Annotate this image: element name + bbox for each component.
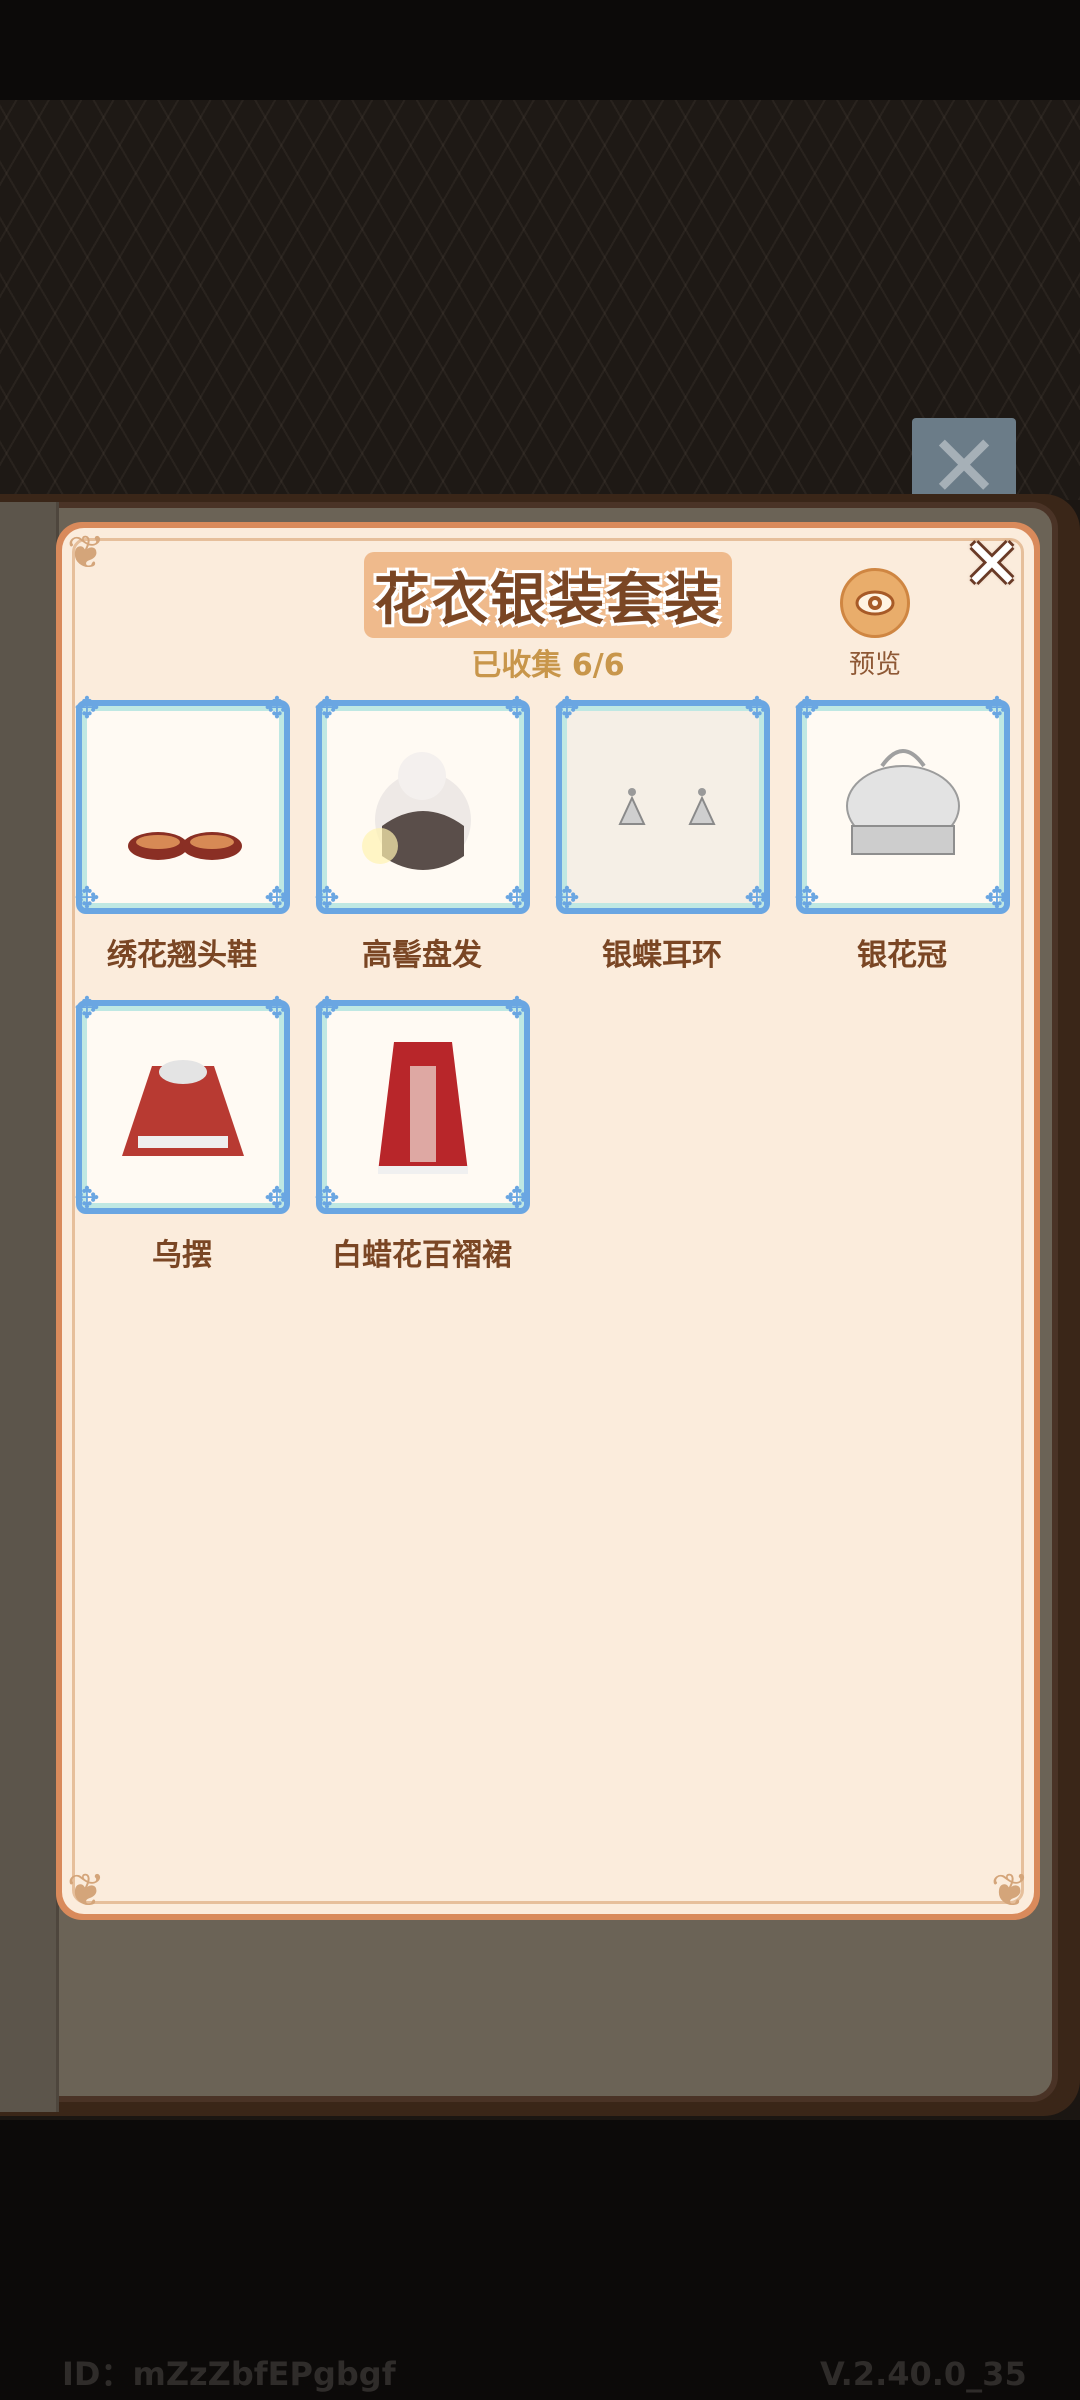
set-title: 花衣银装套装 [374, 567, 722, 633]
preview-button[interactable] [840, 568, 910, 638]
item-label: 绣花翘头鞋 [107, 938, 257, 973]
ribbon-knot-icon: ✥ [554, 691, 580, 726]
corner-ornament-icon: ❦ [990, 1863, 1030, 1917]
earrings-icon [618, 788, 716, 825]
item-card-silver-crown[interactable] [796, 700, 1010, 914]
silver-crown-icon [846, 749, 960, 855]
item-label: 白蜡花百褶裙 [332, 1238, 512, 1273]
collection-progress: 已收集 6/6 [471, 648, 625, 683]
item-label: 高髻盘发 [362, 938, 482, 973]
ribbon-knot-icon: ✥ [744, 691, 770, 726]
item-card-top-garment[interactable] [76, 1000, 290, 1214]
ribbon-knot-icon: ✥ [314, 1181, 340, 1216]
item-label: 银蝶耳环 [602, 938, 722, 973]
ribbon-knot-icon: ✥ [314, 881, 340, 916]
title-plate: 花衣银装套装 [364, 552, 732, 638]
ribbon-knot-icon: ✥ [264, 991, 290, 1026]
ribbon-knot-icon: ✥ [264, 1181, 290, 1216]
item-card-hairstyle[interactable] [316, 700, 530, 914]
shoes-icon [128, 832, 242, 860]
hairstyle-icon [362, 752, 471, 870]
ribbon-knot-icon: ✥ [794, 691, 820, 726]
eye-icon [855, 590, 895, 616]
ribbon-knot-icon: ✥ [314, 991, 340, 1026]
ribbon-knot-icon: ✥ [504, 1181, 530, 1216]
ribbon-knot-icon: ✥ [264, 691, 290, 726]
book-spine [0, 502, 59, 2112]
player-id: ID：mZzZbfEPgbgf [62, 2355, 396, 2393]
ribbon-knot-icon: ✥ [264, 881, 290, 916]
ribbon-knot-icon: ✥ [794, 881, 820, 916]
ribbon-knot-icon: ✥ [744, 881, 770, 916]
item-label: 乌摆 [152, 1238, 212, 1273]
item-card-pleated-skirt[interactable] [316, 1000, 530, 1214]
ribbon-knot-icon: ✥ [504, 691, 530, 726]
corner-ornament-icon: ❦ [66, 525, 106, 579]
ribbon-knot-icon: ✥ [984, 691, 1010, 726]
close-icon: ✕ [962, 523, 1022, 605]
ribbon-knot-icon: ✥ [314, 691, 340, 726]
top-garment-icon [122, 1060, 244, 1156]
ribbon-knot-icon: ✥ [74, 881, 100, 916]
item-card-shoes[interactable] [76, 700, 290, 914]
ribbon-knot-icon: ✥ [504, 991, 530, 1026]
close-button[interactable]: ✕ [960, 523, 1024, 605]
ribbon-knot-icon: ✥ [554, 881, 580, 916]
ribbon-knot-icon: ✥ [984, 881, 1010, 916]
ribbon-knot-icon: ✥ [504, 881, 530, 916]
app-version: V.2.40.0_35 [820, 2355, 1027, 2393]
corner-ornament-icon: ❦ [66, 1863, 106, 1917]
pleated-skirt-icon [378, 1042, 468, 1174]
ribbon-knot-icon: ✥ [74, 1181, 100, 1216]
item-card-earrings[interactable] [556, 700, 770, 914]
ribbon-knot-icon: ✥ [74, 691, 100, 726]
preview-label: 预览 [848, 650, 901, 680]
item-label: 银花冠 [857, 938, 947, 973]
ribbon-knot-icon: ✥ [74, 991, 100, 1026]
